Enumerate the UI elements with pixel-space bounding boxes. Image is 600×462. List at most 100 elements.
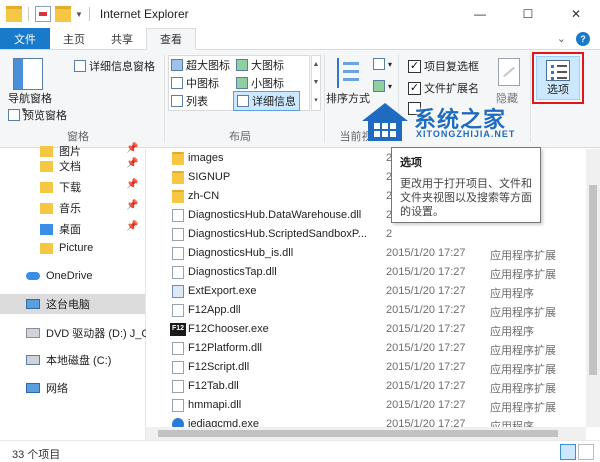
file-row[interactable]: iediagcmd.exe 2015/1/20 17:27 应用程序: [146, 415, 586, 427]
file-type: 应用程序扩展: [490, 402, 556, 414]
file-row[interactable]: F12Tab.dll 2015/1/20 17:27 应用程序扩展: [146, 377, 586, 396]
medium-icon: [171, 77, 183, 89]
minimize-button[interactable]: —: [456, 0, 504, 28]
file-name: DiagnosticsHub.DataWarehouse.dll: [188, 209, 362, 221]
file-date: 2015/1/20 17:27: [386, 266, 466, 278]
nav-item-music[interactable]: 音乐: [40, 200, 81, 216]
file-date: 2015/1/20 17:27: [386, 380, 466, 392]
vertical-scrollbar[interactable]: [586, 149, 600, 427]
close-button[interactable]: ✕: [552, 0, 600, 28]
details-option[interactable]: 详细信息: [233, 91, 300, 111]
file-row[interactable]: F12 F12Chooser.exe 2015/1/20 17:27 应用程序: [146, 320, 586, 339]
extra-large-icon: [171, 59, 183, 71]
details-view-icon[interactable]: [560, 444, 576, 460]
file-date: 2015/1/20 17:27: [386, 323, 466, 335]
file-date: 2015/1/20 17:27: [386, 285, 466, 297]
nav-item-downloads[interactable]: 下载: [40, 179, 81, 195]
item-checkboxes-checkbox[interactable]: ✓: [408, 59, 421, 73]
large-icons-option[interactable]: 大图标: [236, 57, 284, 73]
nav-item-picture-folder[interactable]: Picture: [40, 242, 93, 254]
watermark-subtext: XITONGZHIJIA.NET: [416, 129, 516, 139]
file-type: 应用程序扩展: [490, 250, 556, 262]
nav-item-this-pc[interactable]: 这台电脑: [0, 294, 145, 314]
pin-icon[interactable]: 📌: [126, 221, 138, 232]
desktop-icon: [40, 223, 53, 235]
preview-pane-icon: [8, 109, 20, 121]
details-pane-button[interactable]: 详细信息窗格: [74, 58, 155, 74]
nav-item-documents[interactable]: 文档: [40, 158, 81, 174]
group-by-button[interactable]: ▾: [373, 58, 392, 70]
list-option[interactable]: 列表: [171, 93, 208, 109]
file-row[interactable]: ExtExport.exe 2015/1/20 17:27 应用程序: [146, 282, 586, 301]
gallery-scroll[interactable]: ▲ ▼ ▾: [311, 55, 321, 111]
file-name: hmmapi.dll: [188, 399, 242, 411]
nav-label: Picture: [59, 242, 94, 254]
small-icons-option[interactable]: 小图标: [236, 75, 284, 91]
nav-item-pictures[interactable]: 图片: [40, 143, 81, 159]
scroll-thumb[interactable]: [589, 185, 597, 375]
file-date: 2015/1/20 17:27: [386, 418, 466, 427]
folder-icon: [172, 171, 184, 184]
item-checkboxes-option[interactable]: ✓ 项目复选框: [408, 58, 479, 74]
help-icon[interactable]: ?: [576, 31, 590, 46]
folder-app-icon: [6, 6, 22, 22]
file-date: 2015/1/20 17:27: [386, 342, 466, 354]
nav-item-onedrive[interactable]: OneDrive: [26, 270, 92, 282]
tab-share[interactable]: 共享: [98, 28, 146, 49]
file-date: 2015/1/20 17:27: [386, 399, 466, 411]
tab-file[interactable]: 文件: [0, 28, 50, 49]
medium-icons-option[interactable]: 中图标: [171, 75, 219, 91]
extra-large-icons-option[interactable]: 超大图标: [171, 57, 230, 73]
tab-home[interactable]: 主页: [50, 28, 98, 49]
file-type: 应用程序扩展: [490, 269, 556, 281]
f12-icon: F12: [170, 323, 186, 336]
qat-dropdown-icon[interactable]: ▼: [75, 10, 83, 19]
file-name: ExtExport.exe: [188, 285, 257, 297]
file-row[interactable]: F12App.dll 2015/1/20 17:27 应用程序扩展: [146, 301, 586, 320]
dll-file-icon: [172, 266, 184, 279]
new-folder-icon[interactable]: [55, 6, 71, 22]
file-extensions-checkbox[interactable]: ✓: [408, 81, 421, 95]
title-bar: ▼ Internet Explorer — ☐ ✕: [0, 0, 600, 28]
file-name: DiagnosticsHub_is.dll: [188, 247, 294, 259]
nav-label: 桌面: [59, 224, 81, 236]
preview-pane-label: 预览窗格: [23, 110, 67, 122]
pin-icon[interactable]: 📌: [126, 179, 138, 190]
nav-item-dvd-drive[interactable]: DVD 驱动器 (D:) J_C: [26, 325, 149, 341]
dvd-drive-icon: [26, 328, 40, 338]
file-date: 2015/1/20 17:27: [386, 247, 466, 259]
file-extensions-option[interactable]: ✓ 文件扩展名: [408, 80, 479, 96]
file-row[interactable]: DiagnosticsTap.dll 2015/1/20 17:27 应用程序扩展: [146, 263, 586, 282]
properties-icon[interactable]: [35, 6, 51, 22]
extra-large-label: 超大图标: [186, 60, 230, 72]
dll-file-icon: [172, 209, 184, 222]
file-name: F12Platform.dll: [188, 342, 262, 354]
nav-label: 这台电脑: [46, 299, 90, 311]
file-row[interactable]: DiagnosticsHub_is.dll 2015/1/20 17:27 应用程序…: [146, 244, 586, 263]
pin-icon[interactable]: 📌: [126, 143, 138, 154]
file-row[interactable]: hmmapi.dll 2015/1/20 17:27 应用程序扩展: [146, 396, 586, 415]
file-row[interactable]: F12Script.dll 2015/1/20 17:27 应用程序扩展: [146, 358, 586, 377]
add-columns-button[interactable]: ▾: [373, 80, 392, 92]
nav-item-network[interactable]: 网络: [26, 380, 68, 396]
large-icons-view-icon[interactable]: [578, 444, 594, 460]
list-label: 列表: [186, 96, 208, 108]
nav-item-local-disk[interactable]: 本地磁盘 (C:): [26, 352, 111, 368]
file-row[interactable]: DiagnosticsHub.ScriptedSandboxP... 2: [146, 225, 586, 244]
file-row[interactable]: F12Platform.dll 2015/1/20 17:27 应用程序扩展: [146, 339, 586, 358]
horizontal-scrollbar[interactable]: [146, 427, 586, 440]
tab-view[interactable]: 查看: [146, 28, 196, 50]
file-name: F12Tab.dll: [188, 380, 239, 392]
pin-icon[interactable]: 📌: [126, 158, 138, 169]
navigation-pane-label: 导航窗格: [8, 93, 52, 105]
scroll-thumb[interactable]: [158, 430, 558, 437]
file-name: iediagcmd.exe: [188, 418, 259, 427]
chevron-down-icon[interactable]: ⌄: [557, 32, 566, 45]
file-name: DiagnosticsHub.ScriptedSandboxP...: [188, 228, 367, 240]
preview-pane-button[interactable]: 预览窗格: [8, 107, 67, 123]
nav-item-desktop[interactable]: 桌面: [40, 221, 81, 237]
nav-label: 网络: [46, 383, 68, 395]
pin-icon[interactable]: 📌: [126, 200, 138, 211]
downloads-icon: [40, 181, 53, 193]
maximize-button[interactable]: ☐: [504, 0, 552, 28]
